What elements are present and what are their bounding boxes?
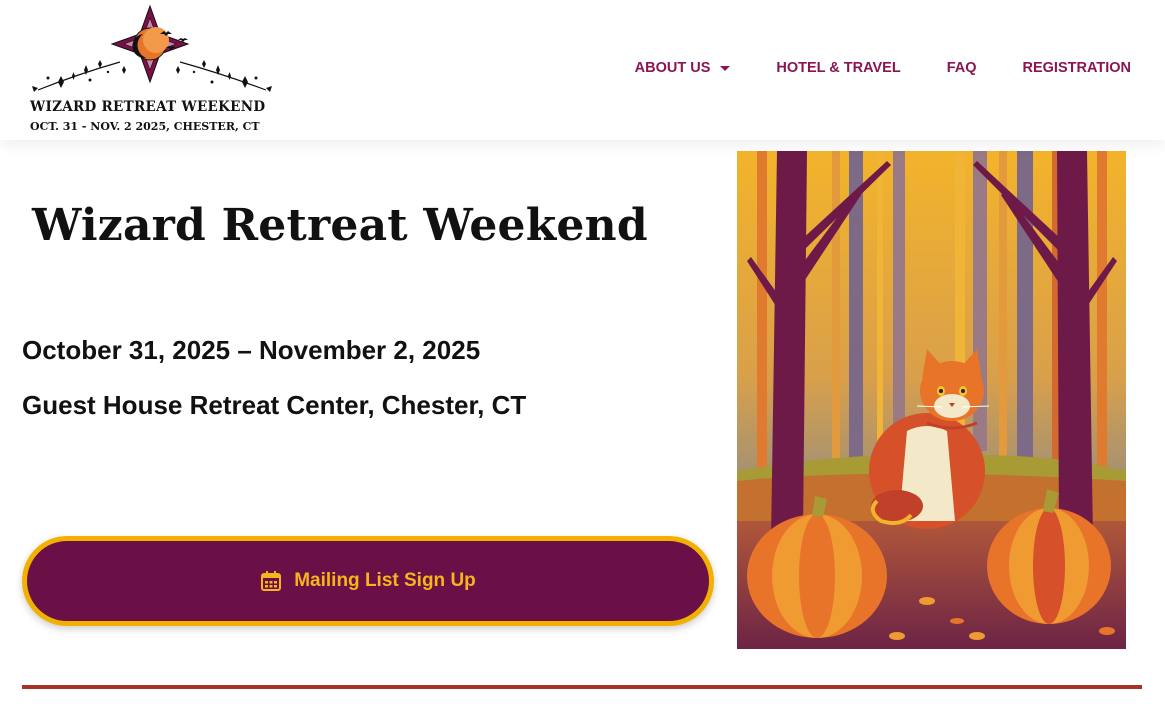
nav-faq-label: FAQ [946, 60, 977, 76]
main-nav: ABOUT US HOTEL & TRAVEL FAQ REGISTRATION [635, 60, 1131, 76]
signup-button-label: Mailing List Sign Up [294, 570, 476, 591]
nav-registration-label: REGISTRATION [1022, 60, 1131, 76]
section-divider [22, 685, 1142, 689]
logo-emblem-icon [32, 4, 272, 92]
site-logo[interactable]: WIZARD RETREAT WEEKEND OCT. 31 - NOV. 2 … [28, 4, 278, 134]
nav-registration[interactable]: REGISTRATION [1023, 60, 1131, 76]
nav-hotel-travel[interactable]: HOTEL & TRAVEL [776, 60, 900, 76]
nav-about-us[interactable]: ABOUT US [635, 60, 731, 76]
calendar-icon [261, 571, 282, 591]
nav-about-us-label: ABOUT US [634, 60, 711, 76]
event-location: Guest House Retreat Center, Chester, CT [22, 390, 527, 420]
site-header: WIZARD RETREAT WEEKEND OCT. 31 - NOV. 2 … [0, 0, 1165, 140]
logo-subtitle: OCT. 31 - NOV. 2 2025, CHESTER, CT [30, 120, 260, 133]
chevron-down-icon [720, 66, 731, 71]
mailing-list-signup-button[interactable]: Mailing List Sign Up [22, 536, 714, 626]
autumn-cat-illustration [737, 151, 1126, 649]
page-title: Wizard Retreat Weekend [32, 200, 648, 251]
logo-title: WIZARD RETREAT WEEKEND [30, 99, 266, 115]
event-dates: October 31, 2025 – November 2, 2025 [22, 335, 481, 365]
nav-faq[interactable]: FAQ [947, 60, 977, 76]
nav-hotel-travel-label: HOTEL & TRAVEL [776, 60, 901, 76]
